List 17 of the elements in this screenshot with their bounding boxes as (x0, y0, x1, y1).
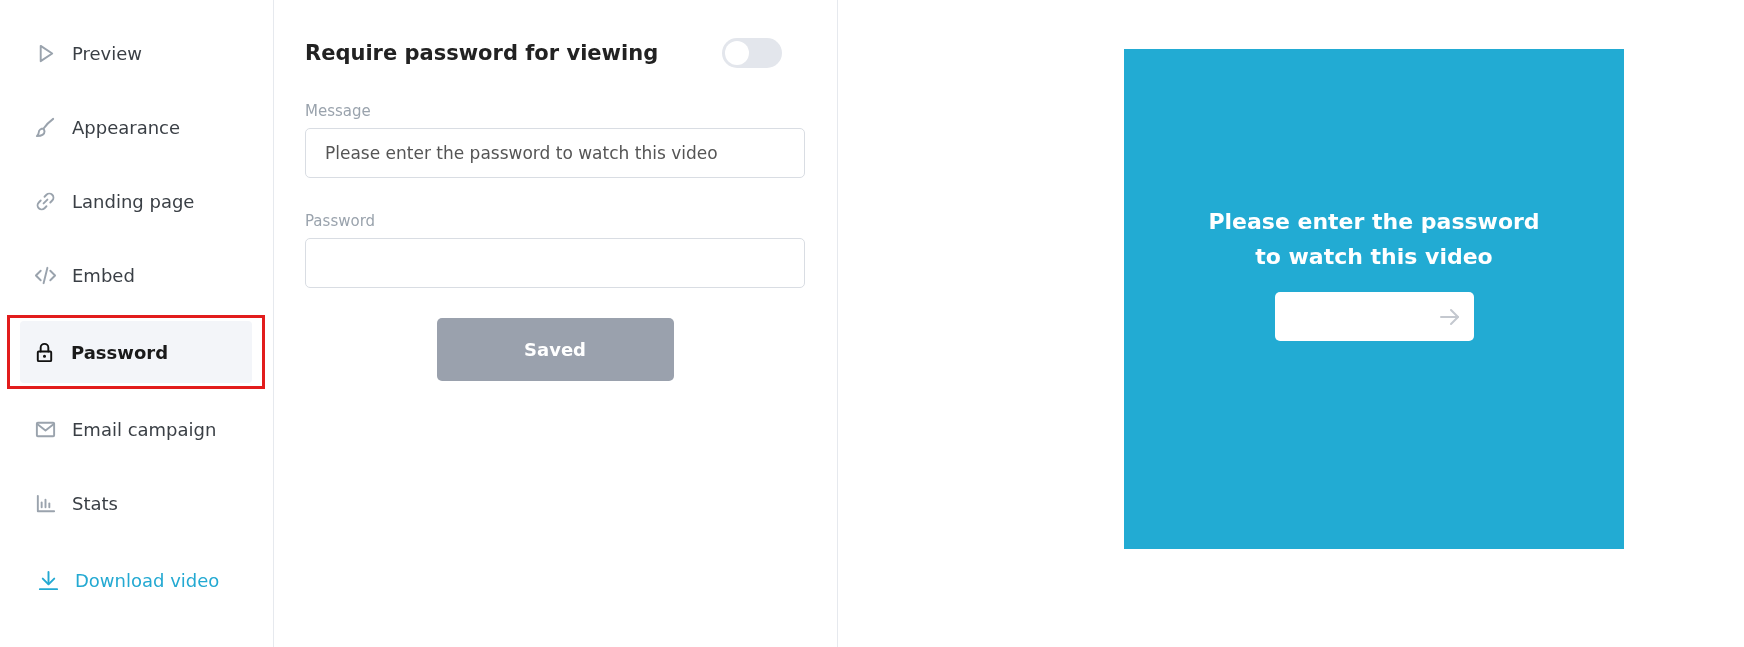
sidebar-item[interactable]: Preview (11, 22, 252, 84)
field-label: Message (305, 102, 372, 120)
message-field[interactable]: Please enter the password to watch this video (305, 128, 805, 178)
sidebar-item[interactable]: Password (20, 321, 252, 383)
sidebar-item[interactable]: Appearance (11, 96, 252, 158)
download-icon (37, 569, 60, 592)
field-label: Password (305, 212, 377, 230)
sidebar-item[interactable]: Embed (11, 244, 252, 306)
password-input[interactable] (1274, 292, 1474, 341)
sidebar-item[interactable]: Stats (11, 472, 252, 534)
settings-title: Require password for viewing (305, 41, 659, 65)
sidebar-item[interactable]: Email campaign (11, 398, 252, 460)
password-field[interactable] (305, 238, 805, 288)
toggle-switch[interactable] (722, 38, 782, 68)
sidebar-item[interactable]: Landing page (11, 170, 252, 232)
preview-message: Please enter the password to watch this video (1207, 208, 1541, 271)
brush-icon (34, 115, 57, 139)
